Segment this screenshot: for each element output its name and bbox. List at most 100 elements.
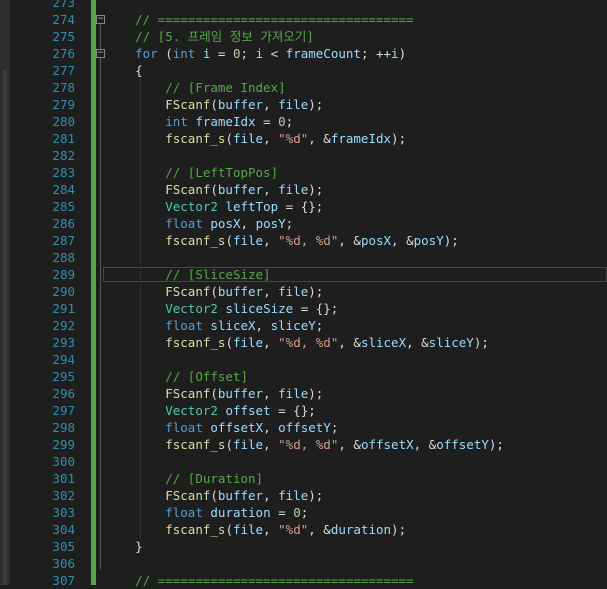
code-token: ); [308,284,324,299]
line-code[interactable]: float offsetX, offsetY; [105,419,338,436]
code-line[interactable]: 277 { [0,62,607,79]
code-token: = {}; [278,199,324,214]
line-code[interactable]: // [5. 프레임 정보 가져오기] [105,28,314,45]
line-code[interactable]: { [105,62,143,79]
code-token: FScanf [165,386,211,401]
code-token: float [165,216,203,231]
code-token: , & [391,233,414,248]
line-code[interactable]: // ================================== [105,11,413,28]
code-token: = {}; [270,403,316,418]
code-line[interactable]: 287 fscanf_s(file, "%d, %d", &posX, &pos… [0,232,607,249]
line-code[interactable]: // ================================== [105,572,414,589]
code-token: sliceY [270,318,316,333]
collapse-icon[interactable]: − [96,15,105,24]
line-number: 304 [52,522,75,537]
code-line[interactable]: 274 // =================================… [0,11,607,28]
code-token: ( [225,233,233,248]
line-code[interactable]: FScanf(buffer, file); [105,487,323,504]
code-line[interactable]: 292 float sliceX, sliceY; [0,317,607,334]
line-number: 286 [52,216,75,231]
code-line[interactable]: 279 FScanf(buffer, file); [0,96,607,113]
code-line[interactable]: 304 fscanf_s(file, "%d", &duration); [0,521,607,538]
code-editor[interactable]: 273 274 // ==============================… [0,0,607,588]
code-line[interactable]: 297 Vector2 offset = {}; [0,402,607,419]
line-number: 289 [52,267,75,282]
code-line[interactable]: 288 [0,249,607,266]
code-line[interactable]: 280 int frameIdx = 0; [0,113,607,130]
code-line[interactable]: 302 FScanf(buffer, file); [0,487,607,504]
code-token: , [263,522,279,537]
code-token: sliceX [210,318,256,333]
line-code[interactable]: Vector2 leftTop = {}; [105,198,323,215]
code-line[interactable]: 295 // [Offset] [0,368,607,385]
line-code[interactable]: Vector2 sliceSize = {}; [105,300,338,317]
code-token: // ================================== [135,573,414,588]
code-token: "%d" [278,522,309,537]
line-code[interactable]: FScanf(buffer, file); [105,96,323,113]
collapse-icon[interactable]: − [96,49,105,58]
line-code[interactable]: fscanf_s(file, "%d", &duration); [105,521,406,538]
code-line[interactable]: 306 [0,555,607,572]
line-code[interactable]: float posX, posY; [105,215,293,232]
code-line[interactable]: 276 for (int i = 0; i < frameCount; ++i) [0,45,607,62]
line-code[interactable]: fscanf_s(file, "%d", &frameIdx); [105,130,406,147]
code-line[interactable]: 278 // [Frame Index] [0,79,607,96]
code-line[interactable]: 290 FScanf(buffer, file); [0,283,607,300]
line-number: 288 [52,250,75,265]
code-line[interactable]: 281 fscanf_s(file, "%d", &frameIdx); [0,130,607,147]
code-line[interactable]: 293 fscanf_s(file, "%d, %d", &sliceX, &s… [0,334,607,351]
code-line[interactable]: 289 // [SliceSize] [0,266,607,283]
code-line[interactable]: 275 // [5. 프레임 정보 가져오기] [0,28,607,45]
line-code[interactable]: // [LeftTopPos] [105,164,278,181]
line-number: 280 [52,114,75,129]
code-line[interactable]: 305 } [0,538,607,555]
code-line[interactable]: 273 [0,0,607,11]
line-code[interactable]: // [Frame Index] [105,79,285,96]
line-code[interactable]: fscanf_s(file, "%d, %d", &sliceX, &slice… [105,334,489,351]
code-line[interactable]: 286 float posX, posY; [0,215,607,232]
code-line[interactable]: 296 FScanf(buffer, file); [0,385,607,402]
line-code[interactable]: float sliceX, sliceY; [105,317,323,334]
code-token: ; [285,114,294,129]
line-number: 287 [52,233,75,248]
line-number: 305 [52,539,75,554]
line-code[interactable]: Vector2 offset = {}; [105,402,316,419]
code-line[interactable]: 307 // =================================… [0,572,607,589]
code-token: "%d, %d" [278,233,339,248]
code-line[interactable]: 282 [0,147,607,164]
line-number: 273 [52,0,75,10]
line-code[interactable]: FScanf(buffer, file); [105,283,323,300]
line-code[interactable]: // [SliceSize] [105,266,270,283]
code-line[interactable]: 294 [0,351,607,368]
line-code[interactable]: // [Offset] [105,368,248,385]
line-code[interactable]: float duration = 0; [105,504,308,521]
code-token: , [263,386,279,401]
code-line[interactable]: 284 FScanf(buffer, file); [0,181,607,198]
code-line[interactable]: 299 fscanf_s(file, "%d, %d", &offsetX, &… [0,436,607,453]
code-line[interactable]: 300 [0,453,607,470]
code-line[interactable]: 301 // [Duration] [0,470,607,487]
code-line[interactable]: 303 float duration = 0; [0,504,607,521]
line-code[interactable]: int frameIdx = 0; [105,113,293,130]
line-code[interactable]: FScanf(buffer, file); [105,181,323,198]
code-line[interactable]: 291 Vector2 sliceSize = {}; [0,300,607,317]
line-code[interactable]: for (int i = 0; i < frameCount; ++i) [105,45,406,62]
code-line[interactable]: 285 Vector2 leftTop = {}; [0,198,607,215]
line-code[interactable]: // [Duration] [105,470,263,487]
line-number: 279 [52,97,75,112]
line-number: 298 [52,420,75,435]
code-line[interactable]: 283 // [LeftTopPos] [0,164,607,181]
line-number: 299 [52,437,75,452]
line-code[interactable]: fscanf_s(file, "%d, %d", &offsetX, &offs… [105,436,504,453]
line-code[interactable]: fscanf_s(file, "%d, %d", &posX, &posY); [105,232,459,249]
code-token: leftTop [225,199,279,214]
code-line[interactable]: 298 float offsetX, offsetY; [0,419,607,436]
line-code[interactable]: FScanf(buffer, file); [105,385,323,402]
line-code[interactable]: } [105,538,143,555]
